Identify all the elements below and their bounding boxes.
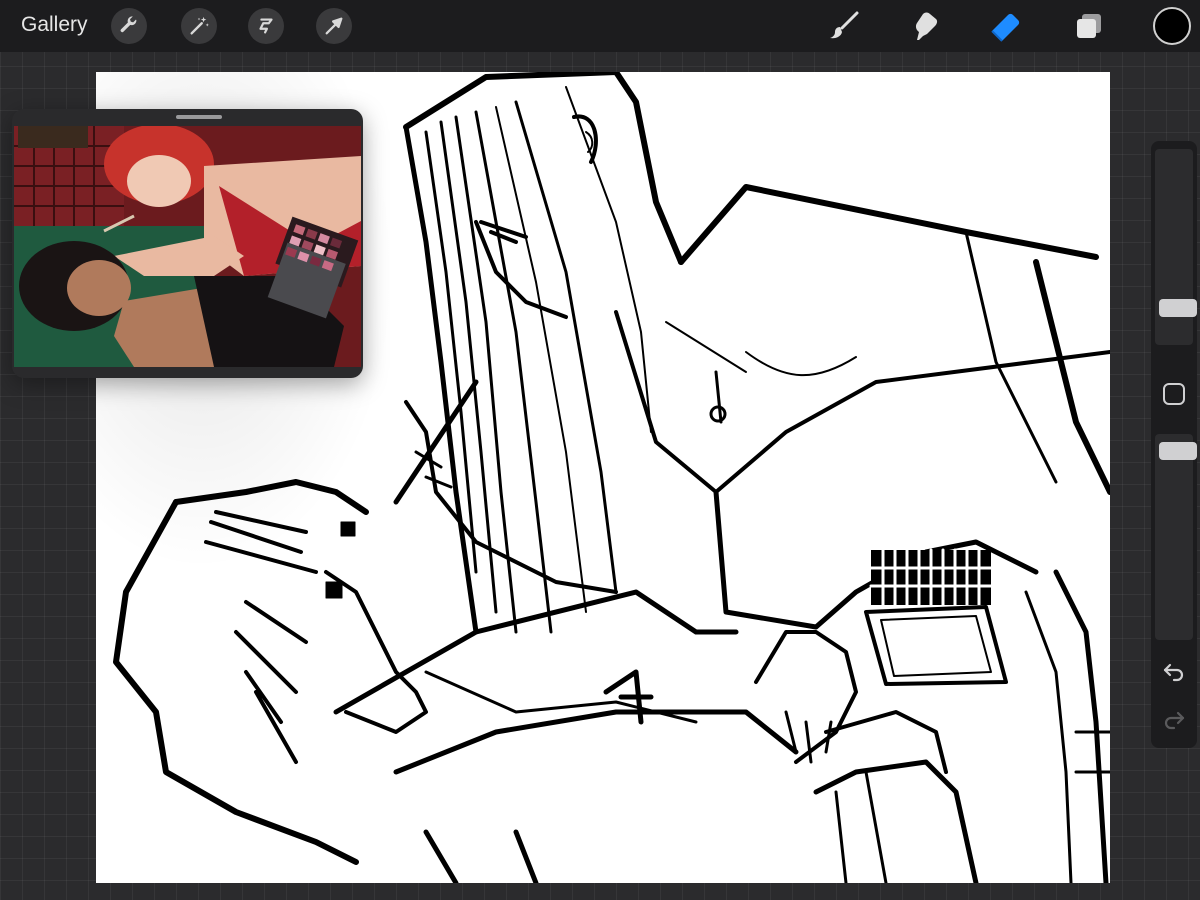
redo-icon[interactable] bbox=[1162, 707, 1186, 731]
reference-image-window[interactable] bbox=[12, 109, 363, 378]
brush-icon[interactable] bbox=[826, 8, 862, 44]
top-toolbar: Gallery bbox=[0, 0, 1200, 52]
smudge-icon[interactable] bbox=[907, 8, 943, 44]
brush-sidebar bbox=[1151, 141, 1197, 748]
gallery-button[interactable]: Gallery bbox=[21, 13, 88, 37]
opacity-slider[interactable] bbox=[1155, 434, 1197, 640]
brush-size-knob[interactable] bbox=[1159, 299, 1197, 317]
reference-window-drag-handle[interactable] bbox=[176, 115, 222, 119]
wrench-icon[interactable] bbox=[111, 8, 147, 44]
eraser-icon[interactable] bbox=[988, 8, 1024, 44]
modify-button[interactable] bbox=[1163, 383, 1185, 405]
undo-icon[interactable] bbox=[1162, 659, 1186, 683]
layers-icon[interactable] bbox=[1071, 8, 1107, 44]
opacity-knob[interactable] bbox=[1159, 442, 1197, 460]
transform-arrow-icon[interactable] bbox=[316, 8, 352, 44]
reference-photo bbox=[14, 126, 361, 367]
color-picker-swatch[interactable] bbox=[1153, 7, 1191, 45]
selection-icon[interactable] bbox=[248, 8, 284, 44]
magic-wand-icon[interactable] bbox=[181, 8, 217, 44]
brush-size-slider[interactable] bbox=[1155, 149, 1197, 345]
